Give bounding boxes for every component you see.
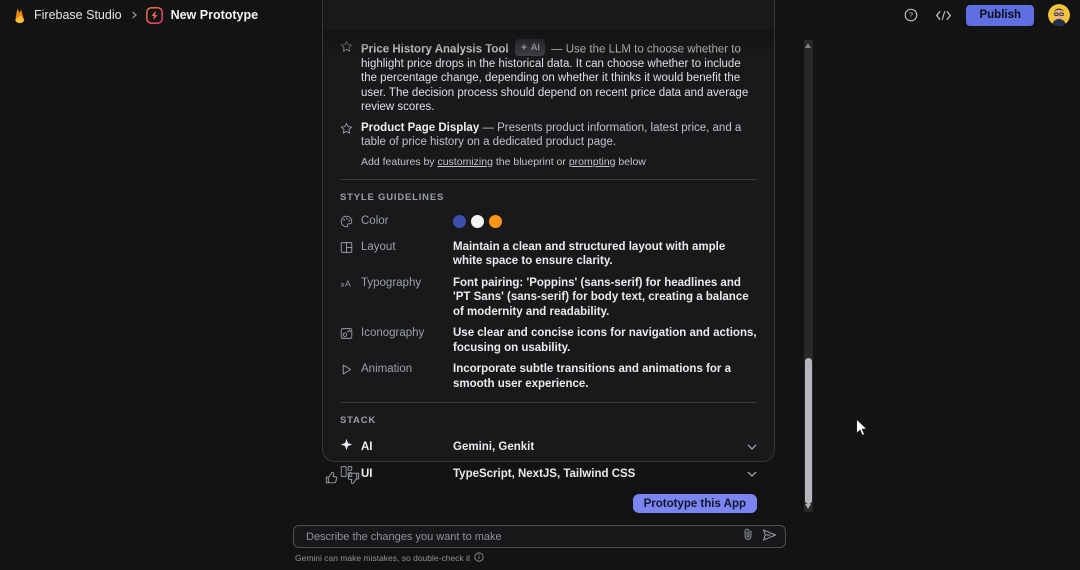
composer-icons — [743, 527, 777, 546]
stack-row-ui[interactable]: UI TypeScript, NextJS, Tailwind CSS — [340, 464, 757, 483]
ai-badge: AI — [515, 39, 545, 56]
add-features-note: Add features by customizing the blueprin… — [361, 156, 757, 168]
header-actions: ? Publish — [902, 4, 1070, 26]
stack-value: Gemini, Genkit — [453, 441, 747, 453]
feature-title: Price History Analysis Tool — [361, 43, 509, 55]
style-guidelines-heading: STYLE GUIDELINES — [340, 192, 757, 203]
chat-composer — [293, 525, 786, 548]
color-swatch-primary[interactable] — [453, 215, 466, 228]
star-icon — [340, 121, 355, 150]
prompting-link[interactable]: prompting — [569, 156, 616, 168]
feature-item: Product Page Display — Presents product … — [340, 121, 757, 150]
feature-title: Product Page Display — [361, 122, 479, 134]
color-swatch-accent[interactable] — [489, 215, 502, 228]
layout-icon — [340, 240, 355, 259]
stack-label: AI — [361, 441, 453, 453]
feature-item: Price History Analysis Tool AI — Use the… — [340, 39, 757, 115]
star-icon — [340, 39, 355, 115]
cta-row: Prototype this App — [340, 494, 757, 513]
scrollbar-down-arrow[interactable] — [805, 504, 811, 509]
brand-name: Firebase Studio — [34, 8, 122, 22]
info-icon[interactable] — [474, 552, 484, 564]
guideline-label: Color — [361, 214, 453, 227]
play-icon — [340, 362, 355, 381]
iconography-icon — [340, 326, 355, 345]
guideline-row-layout: Layout Maintain a clean and structured l… — [340, 240, 757, 269]
code-icon[interactable] — [934, 6, 952, 24]
guideline-value: Font pairing: 'Poppins' (sans-serif) for… — [453, 276, 757, 320]
stack-value: TypeScript, NextJS, Tailwind CSS — [453, 468, 747, 480]
guideline-value: Incorporate subtle transitions and anima… — [453, 362, 757, 391]
attach-file-icon[interactable] — [743, 527, 753, 546]
note-text: Add features by — [361, 156, 437, 168]
ai-badge-label: AI — [531, 40, 540, 55]
firebase-studio-window: Firebase Studio New Prototype ? Publish — [0, 0, 1080, 570]
breadcrumb-current[interactable]: New Prototype — [146, 7, 259, 24]
note-text: the blueprint or — [493, 156, 569, 168]
disclaimer-text: Gemini can make mistakes, so double-chec… — [295, 553, 470, 563]
svg-text:a: a — [341, 281, 345, 288]
chevron-down-icon[interactable] — [747, 471, 757, 477]
help-icon[interactable]: ? — [902, 6, 920, 24]
disclaimer: Gemini can make mistakes, so double-chec… — [295, 552, 484, 564]
mouse-cursor — [855, 418, 869, 438]
typography-icon: aA — [340, 276, 355, 295]
color-swatches — [453, 214, 502, 228]
guideline-row-iconography: Iconography Use clear and concise icons … — [340, 326, 757, 355]
palette-icon — [340, 214, 355, 233]
svg-text:?: ? — [909, 11, 913, 20]
thumbs-down-icon[interactable] — [346, 471, 360, 485]
svg-text:A: A — [345, 278, 351, 288]
send-icon[interactable] — [762, 528, 777, 546]
feedback-buttons — [325, 471, 360, 485]
guideline-row-animation: Animation Incorporate subtle transitions… — [340, 362, 757, 391]
customizing-link[interactable]: customizing — [437, 156, 492, 168]
guideline-value: Use clear and concise icons for navigati… — [453, 326, 757, 355]
chevron-down-icon[interactable] — [747, 444, 757, 450]
change-request-input[interactable] — [306, 531, 743, 543]
guideline-label: Iconography — [361, 326, 453, 339]
thumbs-up-icon[interactable] — [325, 471, 339, 485]
stack-row-ai[interactable]: AI Gemini, Genkit — [340, 437, 757, 456]
sparkle-icon — [340, 437, 355, 456]
divider — [340, 402, 757, 403]
user-avatar[interactable] — [1048, 4, 1070, 26]
guideline-row-typography: aA Typography Font pairing: 'Poppins' (s… — [340, 276, 757, 320]
brand[interactable]: Firebase Studio — [13, 7, 122, 24]
divider — [340, 179, 757, 180]
firebase-logo-icon — [13, 7, 26, 24]
feature-text: Price History Analysis Tool AI — Use the… — [361, 39, 756, 115]
guideline-label: Layout — [361, 240, 453, 253]
scrollbar-up-arrow[interactable] — [805, 43, 811, 48]
breadcrumb-chevron-icon — [130, 11, 138, 19]
prototype-this-app-button[interactable]: Prototype this App — [633, 494, 757, 513]
stack-label: UI — [361, 468, 453, 480]
scrollbar-thumb[interactable] — [805, 358, 812, 504]
blueprint-card: Price History Analysis Tool AI — Use the… — [322, 0, 775, 462]
color-swatch-background[interactable] — [471, 215, 484, 228]
sparkle-icon — [520, 43, 528, 51]
feature-text: Product Page Display — Presents product … — [361, 121, 756, 150]
guideline-label: Typography — [361, 276, 453, 289]
stack-heading: STACK — [340, 415, 757, 426]
guideline-row-color: Color — [340, 214, 757, 233]
note-text: below — [616, 156, 646, 168]
publish-button[interactable]: Publish — [966, 5, 1034, 26]
guideline-label: Animation — [361, 362, 453, 375]
page-title: New Prototype — [171, 8, 259, 22]
guideline-value: Maintain a clean and structured layout w… — [453, 240, 757, 269]
prototype-app-icon — [146, 7, 163, 24]
scrollbar-track[interactable] — [804, 40, 813, 512]
